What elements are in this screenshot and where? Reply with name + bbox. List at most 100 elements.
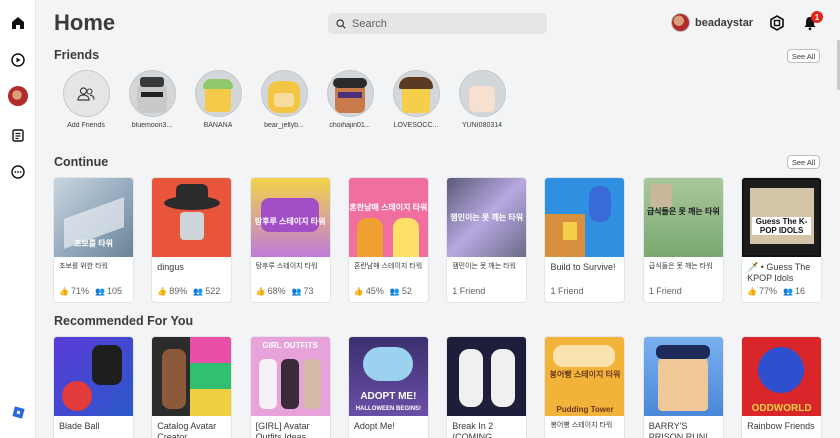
continue-row: 초보를 타워 초보를 위한 타워 👍 71% 👥 105 dingus 👍 89% 👥 52…: [53, 177, 839, 303]
game-stats: 1 Friend: [550, 286, 584, 296]
game-thumbnail: [152, 337, 232, 416]
game-name: 혼란남매 스테이지 타워: [353, 263, 423, 270]
game-tile[interactable]: 초보를 타워 초보를 위한 타워 👍 71% 👥 105: [53, 177, 134, 303]
username: beadaystar: [695, 16, 754, 29]
game-tile[interactable]: ODDWORLD Rainbow Friends: [741, 336, 823, 438]
thumbs-up-icon: 👍: [353, 286, 364, 296]
friend-avatar: [128, 70, 176, 117]
game-stats: 👍 68% 👥 73: [255, 286, 314, 296]
game-tile[interactable]: Break In 2 (COMING...: [446, 336, 528, 438]
game-name: 급식들은 못 깨는 타워: [648, 263, 713, 270]
friend-avatar: [392, 70, 440, 117]
friends-section-title: Friends: [54, 48, 100, 62]
game-tile[interactable]: 잼민이는 못 깨는 타워 잼민이는 못 깨는 타워 1 Friend: [446, 177, 528, 303]
home-icon[interactable]: [8, 13, 28, 33]
discover-icon[interactable]: [8, 50, 28, 70]
notification-badge: 1: [811, 11, 823, 23]
game-tile[interactable]: 혼란남매 스테이지 타워 혼란남매 스테이지 타워 👍 45% 👥 52: [347, 177, 429, 303]
game-name: Break In 2 (COMING...: [452, 421, 500, 438]
game-thumbnail: GIRL OUTFITS: [250, 337, 330, 416]
game-name: Adopt Me!: [353, 421, 395, 431]
game-tile[interactable]: 탕후루 스테이지 타워 탕후루 스테이지 타워 👍 68% 👥 73: [249, 177, 331, 303]
continue-section-title: Continue: [54, 155, 109, 169]
add-friends-button[interactable]: Add Friends: [53, 70, 119, 129]
game-name: 탕후루 스테이지 타워: [255, 263, 318, 270]
players-icon: 👥: [783, 286, 794, 296]
game-thumbnail: [545, 178, 625, 257]
continue-see-all-button[interactable]: See All: [787, 155, 820, 169]
friend-avatar: [194, 70, 242, 117]
friends-list: Add Friends bluemoon3... BANANA bear_jel…: [53, 70, 515, 129]
recommended-row: Blade Ball Catalog Avatar Creator GIRL O…: [53, 336, 839, 438]
add-friends-label: Add Friends: [67, 122, 105, 129]
feed-icon[interactable]: [8, 125, 28, 145]
game-tile[interactable]: GIRL OUTFITS [GIRL] Avatar Outfits Ideas: [249, 336, 331, 438]
avatar: [671, 13, 690, 32]
game-name: Build to Survive!: [550, 262, 616, 272]
game-tile[interactable]: Blade Ball: [53, 336, 134, 438]
players-icon: 👥: [389, 286, 400, 296]
game-tile[interactable]: Guess The K-POP IDOLS 🗡️ • Guess The KPO…: [741, 177, 823, 303]
roblox-logo-icon[interactable]: [8, 402, 28, 422]
game-stats: 1 Friend: [648, 286, 682, 296]
game-tile[interactable]: Build to Survive! 1 Friend: [544, 177, 626, 303]
recommended-section-title: Recommended For You: [54, 314, 194, 328]
page-title: Home: [54, 10, 116, 35]
game-stats: 👍 71% 👥 105: [59, 286, 122, 296]
game-stats: 👍 89% 👥 522: [157, 286, 221, 296]
friend-item[interactable]: BANANA: [185, 70, 251, 129]
thumbs-up-icon: 👍: [747, 286, 758, 296]
game-thumbnail: 탕후루 스테이지 타워: [250, 178, 330, 257]
players-icon: 👥: [291, 286, 302, 296]
friend-item[interactable]: choihajin01...: [317, 70, 383, 129]
game-tile[interactable]: dingus 👍 89% 👥 522: [151, 177, 233, 303]
game-name: Rainbow Friends: [747, 421, 815, 431]
game-thumbnail: ODDWORLD: [742, 337, 822, 416]
game-thumbnail: Guess The K-POP IDOLS: [742, 178, 822, 257]
game-stats: 1 Friend: [452, 286, 486, 296]
friend-avatar: [326, 70, 374, 117]
friend-item[interactable]: bluemoon3...: [119, 70, 185, 129]
game-name: BARRY'S PRISON RUN!...: [648, 421, 716, 438]
friend-avatar: [458, 70, 506, 117]
left-nav-rail: [0, 0, 36, 438]
game-name: Blade Ball: [59, 421, 100, 431]
search-input[interactable]: Search: [328, 13, 547, 34]
add-friends-icon: [77, 86, 95, 101]
game-name: 🗡️ • Guess The KPOP Idols: [747, 262, 811, 283]
friend-item[interactable]: bear_jellyb...: [251, 70, 317, 129]
game-stats: 👍 77% 👥 16: [747, 286, 806, 296]
game-thumbnail: [54, 337, 133, 416]
user-profile-link[interactable]: beadaystar: [671, 13, 753, 32]
players-icon: 👥: [193, 286, 204, 296]
game-tile[interactable]: ADOPT ME! HALLOWEEN BEGINS! Adopt Me!: [347, 336, 429, 438]
game-name: [GIRL] Avatar Outfits Ideas: [255, 421, 310, 438]
game-name: Catalog Avatar Creator: [157, 421, 217, 438]
game-thumbnail: 급식들은 못 깨는 타워: [643, 178, 723, 257]
game-tile[interactable]: 급식들은 못 깨는 타워 급식들은 못 깨는 타워 1 Friend: [642, 177, 724, 303]
game-name: dingus: [157, 262, 184, 272]
more-icon[interactable]: [8, 162, 28, 182]
game-tile[interactable]: 봉어빵 스테이지 타워 Pudding Tower 봉어빵 스테이지 타워: [544, 336, 626, 438]
thumbs-up-icon: 👍: [255, 286, 266, 296]
game-thumbnail: 잼민이는 못 깨는 타워: [447, 178, 527, 257]
game-tile[interactable]: Catalog Avatar Creator: [151, 336, 233, 438]
game-thumbnail: [447, 337, 527, 416]
game-name: 잼민이는 못 깨는 타워: [452, 263, 516, 270]
search-placeholder: Search: [352, 17, 387, 30]
thumbs-up-icon: 👍: [59, 286, 69, 296]
search-icon: [336, 18, 346, 29]
robux-icon[interactable]: [769, 15, 785, 31]
game-thumbnail: 혼란남매 스테이지 타워: [348, 178, 428, 257]
game-name: 봉어빵 스테이지 타워: [550, 422, 613, 429]
game-tile[interactable]: BARRY'S PRISON RUN!...: [642, 336, 724, 438]
game-thumbnail: [643, 337, 723, 416]
friend-item[interactable]: LOVESOCC...: [383, 70, 449, 129]
players-icon: 👥: [94, 286, 105, 296]
game-thumbnail: ADOPT ME! HALLOWEEN BEGINS!: [348, 337, 428, 416]
friends-see-all-button[interactable]: See All: [787, 49, 820, 63]
friend-avatar: [260, 70, 308, 117]
avatar-icon[interactable]: [8, 86, 28, 106]
thumbs-up-icon: 👍: [157, 286, 168, 296]
friend-item[interactable]: YUNI080314: [449, 70, 515, 129]
